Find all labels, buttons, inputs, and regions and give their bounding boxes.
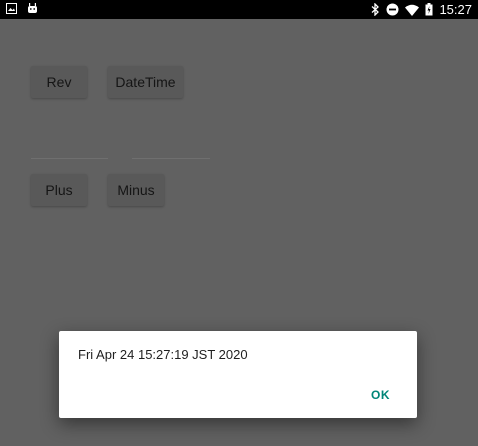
bluetooth-icon — [371, 3, 380, 16]
datetime-button[interactable]: DateTime — [108, 66, 183, 98]
minus-button[interactable]: Minus — [108, 174, 164, 206]
rev-button[interactable]: Rev — [31, 66, 87, 98]
do-not-disturb-icon — [386, 3, 399, 16]
android-icon — [27, 3, 38, 14]
wifi-icon — [405, 4, 420, 16]
first-number-field[interactable] — [31, 158, 108, 159]
ok-button[interactable]: OK — [371, 388, 390, 402]
alert-dialog: Fri Apr 24 15:27:19 JST 2020 OK — [59, 331, 417, 418]
clock: 15:27 — [439, 2, 472, 17]
dialog-message: Fri Apr 24 15:27:19 JST 2020 — [78, 347, 248, 362]
plus-button[interactable]: Plus — [31, 174, 87, 206]
second-number-field[interactable] — [132, 158, 210, 159]
image-icon — [6, 3, 17, 14]
battery-icon — [425, 3, 433, 16]
status-bar: 15:27 — [0, 0, 478, 19]
